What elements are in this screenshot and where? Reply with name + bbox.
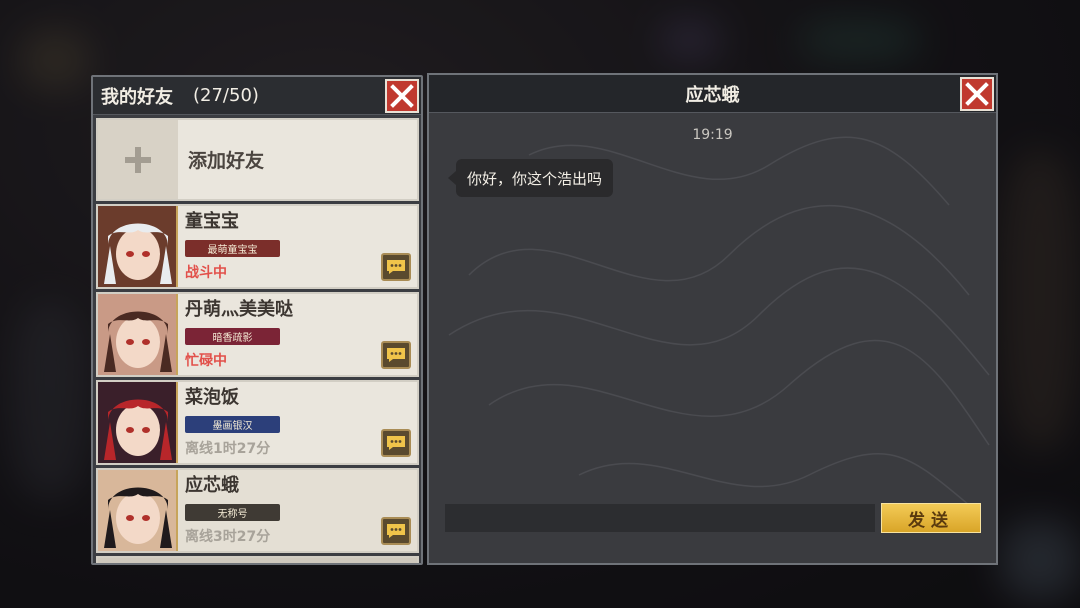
- message-button[interactable]: [381, 341, 411, 369]
- friends-header: 我的好友 (27/50): [93, 77, 421, 115]
- chat-bubble-icon: [387, 348, 405, 362]
- message-text: 你好，你这个浩出吗: [467, 169, 603, 188]
- friend-name: 童宝宝: [185, 211, 239, 232]
- message-button[interactable]: [381, 517, 411, 545]
- title-badge: 无称号: [185, 504, 280, 521]
- friend-row-partial[interactable]: [96, 556, 419, 563]
- chat-bubble-icon: [387, 524, 405, 538]
- plus-icon: [98, 120, 178, 199]
- friend-row[interactable]: 丹萌灬美美哒 暗香疏影 忙碌中: [96, 292, 419, 377]
- message-button[interactable]: [381, 253, 411, 281]
- friend-name: 应芯蛾: [185, 475, 239, 496]
- title-badge: 暗香疏影: [185, 328, 280, 345]
- friends-panel: 我的好友 (27/50) 添加好友 童宝宝 最萌童宝宝 战斗中 丹萌灬美美哒 暗…: [91, 75, 423, 565]
- chat-panel: 应芯蛾 19:19 你好，你这个浩出吗 发送: [427, 73, 998, 565]
- avatar: [98, 206, 178, 287]
- add-friend-label: 添加好友: [188, 150, 265, 172]
- title-badge: 最萌童宝宝: [185, 240, 280, 257]
- friends-close-button[interactable]: [385, 79, 419, 113]
- chat-bubble-icon: [387, 260, 405, 274]
- chat-close-button[interactable]: [960, 77, 994, 111]
- close-icon: [965, 82, 989, 106]
- avatar: [98, 470, 178, 551]
- send-button[interactable]: 发送: [881, 503, 981, 533]
- chat-bubble-icon: [387, 436, 405, 450]
- avatar: [98, 382, 178, 463]
- chat-input[interactable]: [445, 504, 875, 532]
- panel-texture: [448, 136, 990, 506]
- add-friend-button[interactable]: 添加好友: [96, 118, 419, 201]
- chat-partner-name: 应芯蛾: [685, 84, 740, 106]
- friend-name: 菜泡饭: [185, 387, 239, 408]
- message-bubble: 你好，你这个浩出吗: [447, 159, 614, 197]
- message-timestamp: 19:19: [692, 127, 733, 143]
- friend-row[interactable]: 菜泡饭 墨画银汉 离线1时27分: [96, 380, 419, 465]
- friend-row-selected[interactable]: 应芯蛾 无称号 离线3时27分: [96, 468, 419, 553]
- friend-name: 丹萌灬美美哒: [185, 299, 293, 320]
- avatar: [98, 294, 178, 375]
- friend-list: 添加好友 童宝宝 最萌童宝宝 战斗中 丹萌灬美美哒 暗香疏影 忙碌中 菜泡饭 墨…: [96, 118, 419, 563]
- friends-title: 我的好友: [101, 86, 173, 108]
- title-badge: 墨画银汉: [185, 416, 280, 433]
- friend-row[interactable]: 童宝宝 最萌童宝宝 战斗中: [96, 204, 419, 289]
- chat-header: 应芯蛾: [429, 75, 996, 113]
- friends-count: (27/50): [193, 85, 259, 106]
- message-button[interactable]: [381, 429, 411, 457]
- close-icon: [390, 84, 414, 108]
